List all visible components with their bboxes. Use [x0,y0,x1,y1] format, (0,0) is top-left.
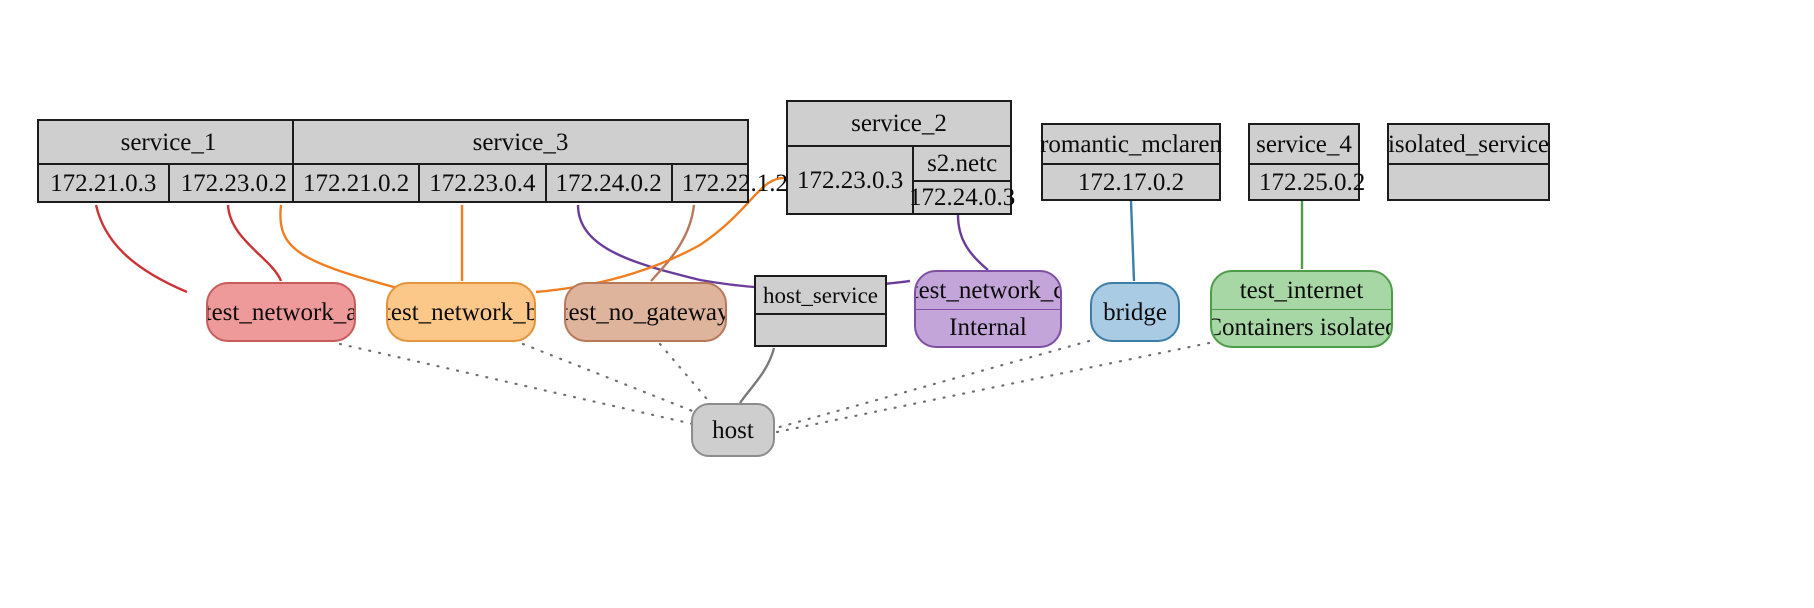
service-ip-cell [1389,165,1548,199]
service-title: host_service [763,282,878,308]
service-ip-cell: 172.17.0.2 [1077,168,1185,196]
service-title: isolated_service [1387,130,1550,158]
network-label: test_network_a [206,298,356,326]
service-node-service_4[interactable]: service_4 172.25.0.2 [1248,123,1365,201]
network-label: test_network_b [386,298,536,326]
service-ip-cell: 172.23.0.3 [797,166,904,194]
service-ip-row: 172.23.0.3 s2.netc 172.24.0.3 [788,145,1015,213]
network-attribute: Containers isolated [1212,308,1391,347]
network-label: host [712,416,754,444]
network-diagram-canvas: service_1 172.21.0.3 172.23.0.2 service_… [0,0,1814,608]
edge-no-gateway-to-host-dotted [658,342,714,407]
service-ip-cell: 172.24.0.3 [909,180,1015,213]
service-alias-cell: s2.netc [927,150,998,177]
network-attribute: Internal [916,308,1060,347]
edge-service3-to-network-b-left [279,204,406,292]
service-ip-cell: 172.23.0.2 [167,165,299,201]
service-title: service_3 [472,128,569,156]
service-node-service_2[interactable]: service_2 172.23.0.3 s2.netc 172.24.0.3 [786,100,1015,215]
edge-service1-net23-to-network-a [226,204,283,282]
network-node-test_no_gateway[interactable]: test_no_gateway [564,282,727,342]
network-node-bridge[interactable]: bridge [1090,282,1180,342]
service-node-host_service[interactable]: host_service [754,275,887,347]
edge-romantic-mclaren-to-bridge [1129,200,1136,282]
network-node-test_network_a[interactable]: test_network_a [206,282,356,342]
edge-service3-to-no-gateway [650,204,696,282]
service-title: romantic_mclaren [1040,130,1222,158]
edge-network-a-to-host-dotted [338,342,695,426]
service-ip-row: 172.17.0.2 [1043,163,1219,199]
network-node-test_network_c[interactable]: test_network_c Internal [914,270,1062,348]
network-label: test_no_gateway [564,298,727,326]
service-ip-cell: 172.21.0.3 [50,169,157,197]
service-title: service_2 [851,110,947,137]
service-ip-cell: 172.23.0.4 [418,165,544,201]
service-ip-cell [756,315,885,345]
service-node-romantic_mclaren[interactable]: romantic_mclaren 172.17.0.2 [1040,123,1222,201]
service-node-service_1[interactable]: service_1 172.21.0.3 172.23.0.2 [37,119,300,203]
service-ip-row: 172.21.0.2 172.23.0.4 172.24.0.2 172.22.… [294,163,788,201]
network-label: bridge [1103,298,1167,326]
network-node-host[interactable]: host [691,403,775,457]
service-ip-cell: 172.22.1.2 [670,165,797,201]
service-ip-cell: 172.24.0.2 [544,165,671,201]
service-alias-column: s2.netc 172.24.0.3 [909,147,1015,213]
edge-service2-to-network-c [956,214,989,271]
service-ip-row: 172.25.0.2 [1250,163,1365,199]
service-ip-row: 172.21.0.3 172.23.0.2 [39,163,298,201]
service-ip-row [1389,163,1548,199]
edge-test-internet-to-host-dotted [775,341,1211,434]
service-ip-cell: 172.21.0.2 [303,169,410,197]
service-title: service_4 [1256,130,1352,158]
edge-bridge-to-host-dotted [774,339,1091,430]
service-ip-cell: 172.25.0.2 [1259,168,1366,196]
network-node-test_network_b[interactable]: test_network_b [386,282,536,342]
edge-service1-to-network-a [94,204,188,294]
edge-host-service-to-host [739,347,776,404]
network-label: test_internet [1239,276,1364,304]
service-node-isolated_service[interactable]: isolated_service [1387,123,1550,201]
network-label: test_network_c [914,276,1062,304]
edge-network-b-to-host-dotted [521,342,702,416]
service-node-service_3[interactable]: service_3 172.21.0.2 172.23.0.4 172.24.0… [292,119,788,203]
network-node-test_internet[interactable]: test_internet Containers isolated [1210,270,1393,348]
service-ip-row [756,313,885,345]
service-title: service_1 [120,128,217,156]
